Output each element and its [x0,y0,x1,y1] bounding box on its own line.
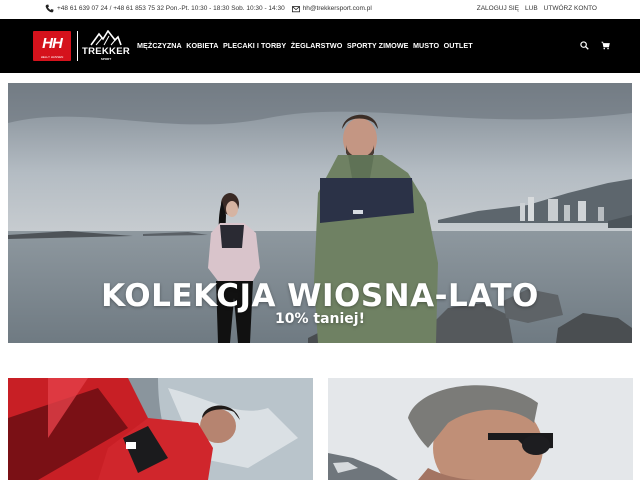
contact-info: +48 61 639 07 24 / +48 61 853 75 32 Pon.… [45,4,372,13]
main-navigation: Mężczyzna Kobieta Plecaki i torby Żeglar… [137,41,473,50]
nav-item-sporty-zimowe[interactable]: Sporty zimowe [347,41,409,50]
login-link[interactable]: ZALOGUJ SIĘ [477,5,519,12]
contact-phone-hours: +48 61 639 07 24 / +48 61 853 75 32 Pon.… [57,5,285,12]
men-photo [328,378,633,480]
category-tile-sailing[interactable] [8,378,313,480]
mail-icon [291,5,300,12]
nav-item-mezczyzna[interactable]: Mężczyzna [137,41,182,50]
main-header: HH HELLY HANSEN TREKKER SPORT Mężczyzna … [0,19,640,73]
hero-subline: 10% taniej! [275,311,365,327]
trekker-sport-logo[interactable]: TREKKER SPORT [82,30,130,63]
nav-item-outlet[interactable]: Outlet [444,41,473,50]
nav-item-kobieta[interactable]: Kobieta [186,41,218,50]
phone-icon [45,4,54,13]
top-info-bar: +48 61 639 07 24 / +48 61 853 75 32 Pon.… [0,0,640,19]
header-actions [580,41,610,50]
register-link[interactable]: UTWÓRZ KONTO [544,5,597,12]
hh-logo-subtext: HELLY HANSEN [40,55,64,59]
cart-icon[interactable] [601,41,610,50]
trekker-logo-name: TREKKER [82,46,131,57]
or-separator: LUB [525,5,538,12]
hero-banner[interactable]: KOLEKCJA WIOSNA-LATO 10% taniej! [8,83,632,343]
sailing-photo [8,378,313,480]
account-links: ZALOGUJ SIĘ LUB UTWÓRZ KONTO [477,5,597,12]
hero-headline: KOLEKCJA WIOSNA-LATO [101,278,539,314]
category-tile-men[interactable] [328,378,633,480]
trekker-logo-sub: SPORT [100,57,112,61]
hh-logo-letters: HH [42,35,63,52]
helly-hansen-logo[interactable]: HH HELLY HANSEN [33,31,71,61]
nav-item-zeglarstwo[interactable]: Żeglarstwo [291,41,343,50]
nav-item-plecaki-i-torby[interactable]: Plecaki i torby [223,41,286,50]
mountains-icon [90,30,122,46]
nav-item-musto[interactable]: Musto [413,41,439,50]
logo-divider [77,31,78,61]
search-icon[interactable] [580,41,589,50]
contact-email-link[interactable]: hh@trekkersport.com.pl [303,5,372,12]
